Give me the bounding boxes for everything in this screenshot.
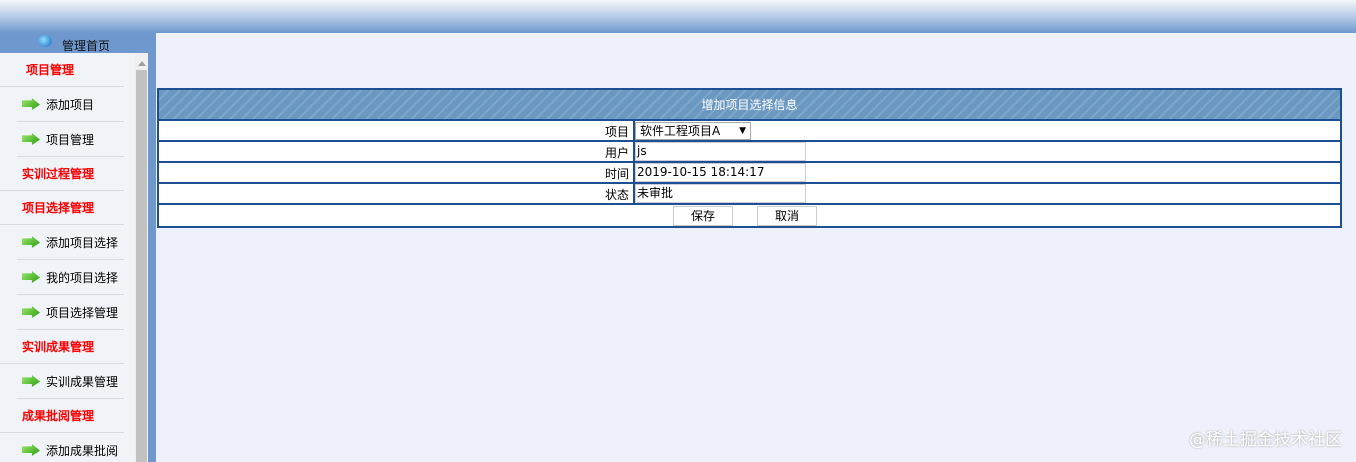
project-selected-value: 软件工程项目A: [640, 124, 721, 138]
top-banner: [0, 0, 1356, 33]
project-row: 项目 软件工程项目A ▼: [159, 121, 1340, 142]
menu-label: 成果批阅管理: [22, 409, 95, 423]
scrollbar-thumb[interactable]: [136, 70, 147, 462]
menu-label: 添加成果批阅: [46, 443, 119, 458]
menu-category[interactable]: 成果批阅管理: [0, 399, 124, 433]
menu-item[interactable]: 我的项目选择: [17, 260, 124, 295]
menu-item[interactable]: 项目选择管理: [17, 295, 124, 330]
project-label: 项目: [604, 125, 629, 139]
status-row: 状态 未审批: [159, 184, 1340, 205]
menu-label: 项目选择管理: [46, 305, 119, 320]
menu-category[interactable]: 项目管理: [0, 53, 124, 87]
menu-label: 实训成果管理: [46, 374, 119, 389]
save-button[interactable]: 保存: [673, 206, 733, 226]
menu-item[interactable]: 添加成果批阅: [17, 433, 124, 462]
add-project-selection-form: 增加项目选择信息 项目 软件工程项目A ▼ 用户 js 时间 2019-10-15 18…: [157, 88, 1342, 228]
green-arrow-icon: [22, 133, 40, 145]
menu-item[interactable]: 项目管理: [17, 122, 124, 157]
menu-label: 实训过程管理: [22, 167, 95, 181]
divider: [148, 33, 156, 462]
user-row: 用户 js: [159, 142, 1340, 163]
green-arrow-icon: [22, 444, 40, 456]
user-label: 用户: [604, 146, 629, 160]
menu-item[interactable]: 添加项目选择: [17, 225, 124, 260]
status-label: 状态: [604, 188, 629, 202]
home-link[interactable]: 管理首页: [0, 33, 156, 53]
dropdown-arrow-icon: ▼: [739, 126, 746, 136]
watermark: @稀土掘金技术社区: [1189, 430, 1342, 450]
menu-category[interactable]: 实训成果管理: [0, 330, 124, 364]
menu-label: 添加项目选择: [46, 235, 119, 250]
menu-category[interactable]: 实训过程管理: [0, 157, 124, 191]
form-title: 增加项目选择信息: [159, 90, 1340, 121]
sidebar-menu: 项目管理 添加项目 项目管理 实训过程管理 项目选择管理 添加项目选择 我的项目选择 项目选择…: [0, 53, 135, 462]
time-row: 时间 2019-10-15 18:14:17: [159, 163, 1340, 184]
user-input[interactable]: js: [635, 142, 806, 161]
computer-icon: [38, 35, 52, 47]
menu-item[interactable]: 实训成果管理: [17, 364, 124, 399]
menu-label: 项目管理: [26, 63, 75, 77]
scroll-up-icon[interactable]: [138, 61, 146, 66]
cancel-button[interactable]: 取消: [757, 206, 817, 226]
green-arrow-icon: [22, 271, 40, 283]
time-input[interactable]: 2019-10-15 18:14:17: [635, 163, 806, 182]
menu-item[interactable]: 添加项目: [17, 87, 124, 122]
menu-label: 实训成果管理: [22, 340, 95, 354]
green-arrow-icon: [22, 306, 40, 318]
status-input[interactable]: 未审批: [635, 184, 806, 203]
menu-label: 我的项目选择: [46, 270, 119, 285]
green-arrow-icon: [22, 375, 40, 387]
menu-label: 项目选择管理: [22, 201, 95, 215]
project-select[interactable]: 软件工程项目A ▼: [635, 122, 751, 140]
green-arrow-icon: [22, 236, 40, 248]
menu-label: 项目管理: [46, 132, 95, 147]
button-row: 保存 取消: [159, 205, 1340, 226]
menu-category[interactable]: 项目选择管理: [0, 191, 124, 225]
time-label: 时间: [604, 167, 629, 181]
green-arrow-icon: [22, 98, 40, 110]
sidebar-scrollbar[interactable]: [135, 53, 148, 462]
menu-label: 添加项目: [46, 97, 95, 112]
